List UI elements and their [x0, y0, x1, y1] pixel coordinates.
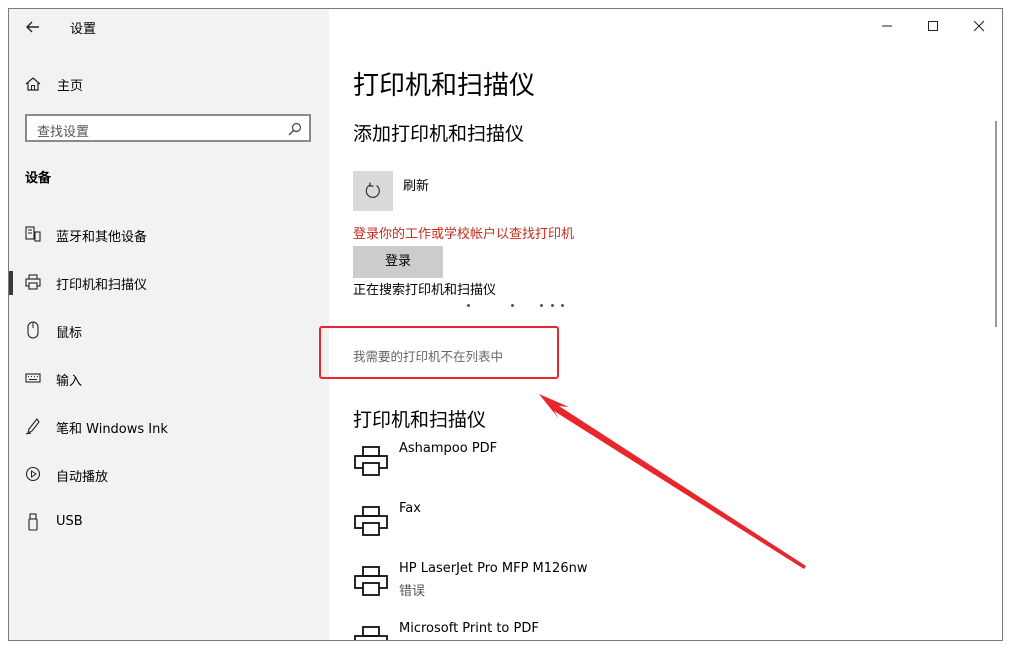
sidebar-item-label: 打印机和扫描仪	[56, 278, 148, 293]
sidebar-item-pen[interactable]: 笔和 Windows Ink	[9, 407, 329, 447]
refresh-button[interactable]	[353, 171, 393, 211]
progress-dot	[551, 304, 554, 307]
autoplay-icon	[25, 466, 41, 482]
keyboard-icon	[25, 373, 41, 383]
printer-name: HP LaserJet Pro MFP M126nw	[399, 561, 588, 576]
search-box[interactable]: 查找设置	[25, 114, 311, 142]
refresh-icon	[365, 182, 380, 198]
sidebar: 设置 主页 查找设置 设备 蓝牙和其他设备 打印机和扫描仪 鼠标 输入 笔和 W…	[9, 9, 329, 640]
sidebar-home[interactable]: 主页	[24, 74, 244, 94]
progress-dot	[561, 304, 564, 307]
annotation-highlight-box	[319, 326, 559, 379]
printer-name: Microsoft Print to PDF	[399, 621, 539, 636]
searching-status: 正在搜索打印机和扫描仪	[353, 283, 497, 298]
search-input[interactable]: 查找设置	[37, 121, 89, 140]
minimize-button[interactable]	[864, 9, 910, 43]
search-icon[interactable]	[288, 122, 302, 136]
printer-item-ms-pdf[interactable]: Microsoft Print to PDF	[353, 621, 853, 640]
close-icon	[973, 20, 985, 32]
sidebar-item-usb[interactable]: USB	[9, 503, 329, 543]
app-title: 设置	[70, 22, 97, 37]
progress-dot	[540, 304, 543, 307]
printer-name: Ashampoo PDF	[399, 441, 498, 456]
add-section-title: 添加打印机和扫描仪	[353, 123, 525, 145]
printer-icon	[354, 566, 388, 596]
back-arrow-icon[interactable]	[23, 17, 43, 37]
bluetooth-devices-icon	[25, 226, 41, 242]
pen-icon	[25, 418, 40, 435]
printers-section-title: 打印机和扫描仪	[353, 409, 487, 431]
signin-warning: 登录你的工作或学校帐户以查找打印机	[353, 227, 575, 242]
printer-icon	[354, 506, 388, 536]
scrollbar[interactable]	[995, 121, 997, 327]
sidebar-item-label: 鼠标	[56, 326, 83, 341]
main-content: 打印机和扫描仪 添加打印机和扫描仪 刷新 登录你的工作或学校帐户以查找打印机 登…	[329, 9, 1002, 640]
settings-window: 设置 主页 查找设置 设备 蓝牙和其他设备 打印机和扫描仪 鼠标 输入 笔和 W…	[8, 8, 1003, 641]
sidebar-item-autoplay[interactable]: 自动播放	[9, 455, 329, 495]
sidebar-item-label: 蓝牙和其他设备	[56, 230, 148, 245]
printer-icon	[354, 446, 388, 476]
section-title-devices: 设备	[25, 171, 52, 186]
signin-button[interactable]: 登录	[353, 246, 443, 278]
sidebar-item-mouse[interactable]: 鼠标	[9, 311, 329, 351]
home-label: 主页	[57, 79, 84, 94]
printer-name: Fax	[399, 501, 421, 516]
printer-icon	[25, 274, 41, 290]
maximize-icon	[928, 21, 938, 31]
progress-dot	[511, 304, 514, 307]
sidebar-item-label: 自动播放	[56, 470, 109, 485]
usb-icon	[28, 513, 38, 531]
printer-status: 错误	[399, 584, 426, 599]
mouse-icon	[27, 321, 39, 339]
selected-indicator	[9, 271, 13, 295]
sidebar-item-label: 输入	[56, 374, 83, 389]
pdf-printer-icon	[354, 626, 388, 640]
sidebar-item-label: USB	[56, 514, 83, 529]
printer-item-fax[interactable]: Fax	[353, 501, 853, 551]
home-icon	[25, 77, 41, 91]
sidebar-item-label: 笔和 Windows Ink	[56, 422, 168, 437]
maximize-button[interactable]	[910, 9, 956, 43]
progress-dot	[467, 304, 470, 307]
minimize-icon	[882, 25, 892, 27]
sidebar-item-input[interactable]: 输入	[9, 359, 329, 399]
close-button[interactable]	[956, 9, 1002, 43]
page-title: 打印机和扫描仪	[353, 71, 536, 101]
sidebar-item-bluetooth[interactable]: 蓝牙和其他设备	[9, 215, 329, 255]
printer-item-ashampoo[interactable]: Ashampoo PDF	[353, 441, 853, 491]
printer-item-hp[interactable]: HP LaserJet Pro MFP M126nw 错误	[353, 561, 853, 611]
sidebar-item-printers[interactable]: 打印机和扫描仪	[9, 263, 329, 303]
refresh-label: 刷新	[403, 179, 430, 194]
